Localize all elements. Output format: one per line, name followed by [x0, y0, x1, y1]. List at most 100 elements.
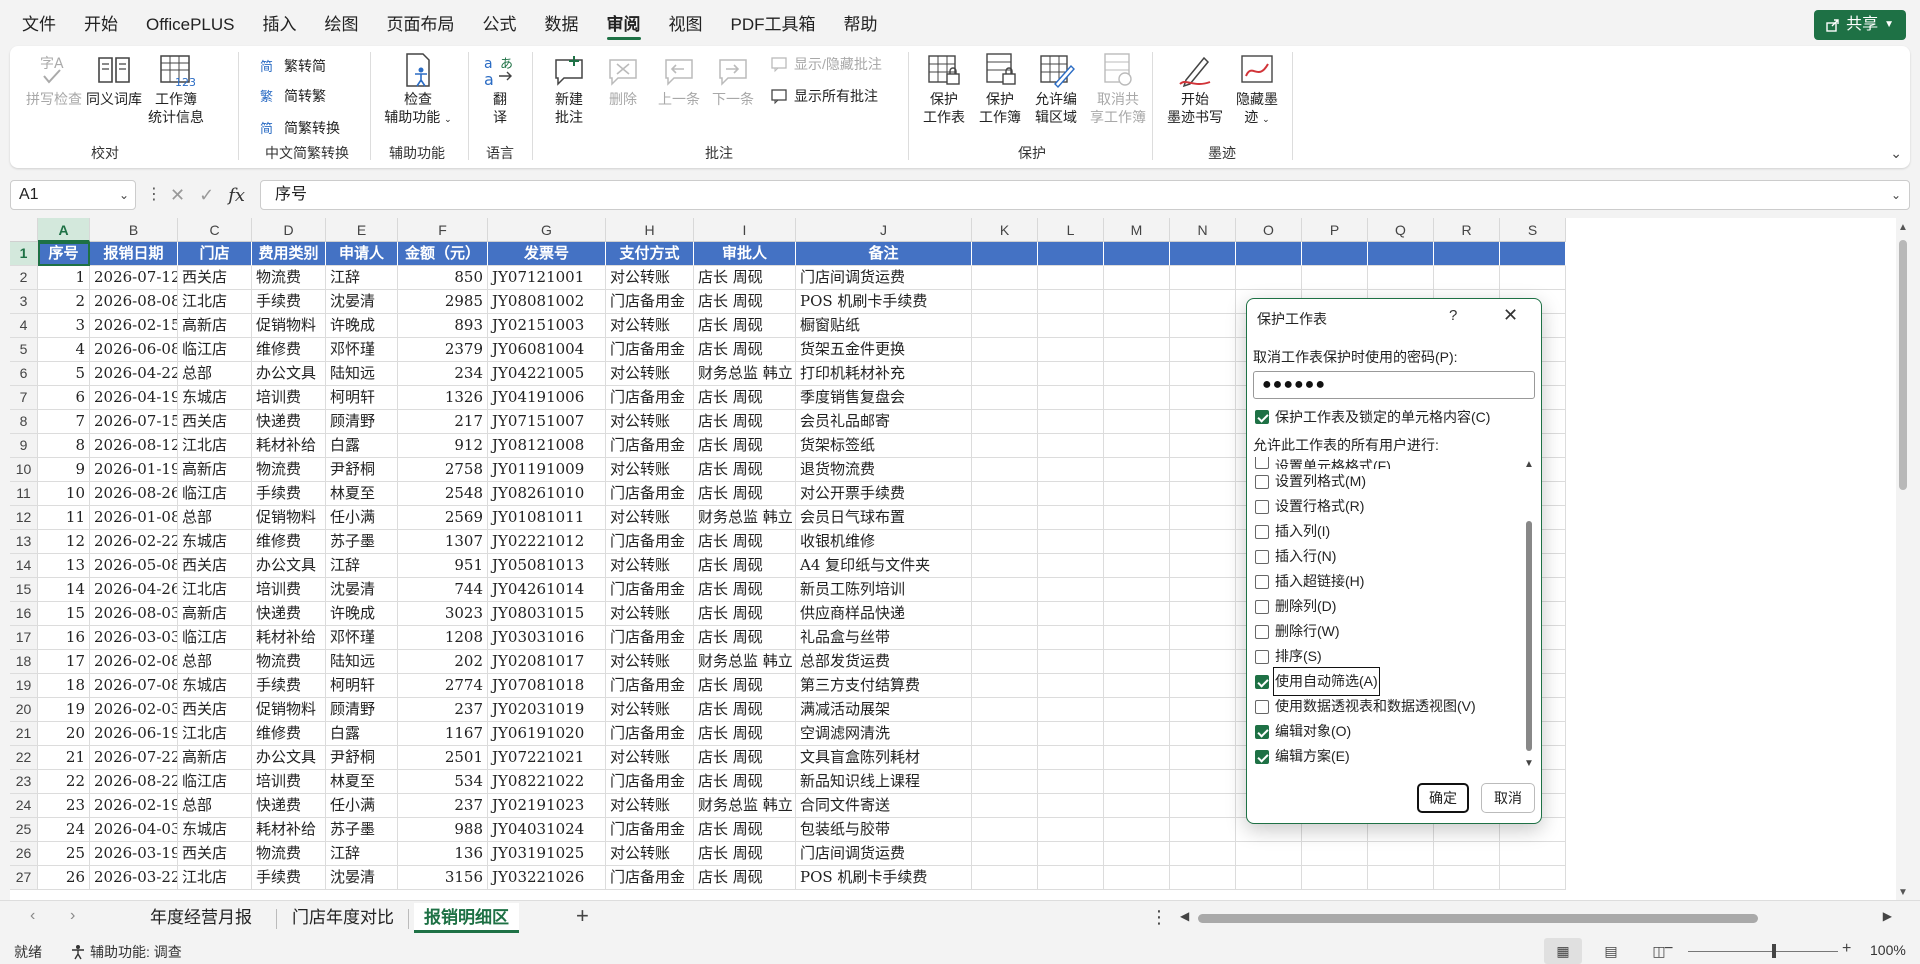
row-header[interactable]: 5	[10, 338, 38, 362]
row-header[interactable]: 6	[10, 362, 38, 386]
column-header[interactable]: N	[1170, 218, 1236, 242]
scroll-down-icon[interactable]: ▼	[1524, 758, 1534, 769]
cell[interactable]: 顾清野	[326, 698, 398, 722]
hide-ink-button[interactable]: 隐藏墨 迹 ⌄	[1228, 52, 1286, 128]
cell[interactable]: 2026-04-19	[90, 386, 178, 410]
cell[interactable]: 收银机维修	[796, 530, 972, 554]
cell[interactable]: 2026-08-26	[90, 482, 178, 506]
permission-option[interactable]: 使用自动筛选(A)	[1253, 667, 1523, 696]
cell[interactable]: 办公文具	[252, 746, 326, 770]
cell[interactable]: 2026-04-22	[90, 362, 178, 386]
cell[interactable]: 店长 周砚	[694, 818, 796, 842]
horizontal-scrollbar[interactable]: ◀ ▶	[1180, 909, 1892, 925]
cell[interactable]	[1038, 650, 1104, 674]
cell[interactable]: 对公转账	[606, 458, 694, 482]
cell[interactable]: 橱窗贴纸	[796, 314, 972, 338]
column-header[interactable]: Q	[1368, 218, 1434, 242]
column-header[interactable]: M	[1104, 218, 1170, 242]
cell[interactable]: 2026-07-08	[90, 674, 178, 698]
cell[interactable]	[1038, 530, 1104, 554]
cell[interactable]	[1038, 338, 1104, 362]
cell[interactable]	[1038, 362, 1104, 386]
cell[interactable]: JY03031016	[488, 626, 606, 650]
cell[interactable]: 苏子墨	[326, 818, 398, 842]
row-header[interactable]: 14	[10, 554, 38, 578]
cell[interactable]	[1104, 698, 1170, 722]
cell[interactable]	[1038, 554, 1104, 578]
cell[interactable]: 门店备用金	[606, 770, 694, 794]
cell[interactable]	[1368, 866, 1434, 890]
cell[interactable]	[1038, 482, 1104, 506]
cell[interactable]: 文具盲盒陈列耗材	[796, 746, 972, 770]
add-sheet-icon[interactable]: +	[576, 903, 589, 929]
translate-button[interactable]: aあa 翻 译	[474, 52, 526, 126]
menu-tab[interactable]: 绘图	[311, 0, 373, 46]
cell[interactable]: 东城店	[178, 674, 252, 698]
cell[interactable]: 总部	[178, 794, 252, 818]
cell[interactable]: 店长 周砚	[694, 578, 796, 602]
cell[interactable]	[972, 530, 1038, 554]
cell[interactable]: JY01191009	[488, 458, 606, 482]
cell[interactable]	[1170, 434, 1236, 458]
checkbox[interactable]	[1255, 499, 1269, 514]
column-header[interactable]: R	[1434, 218, 1500, 242]
cell[interactable]	[1104, 554, 1170, 578]
cancel-button[interactable]: 取消	[1481, 783, 1535, 813]
cell[interactable]	[1368, 266, 1434, 290]
row-header[interactable]: 4	[10, 314, 38, 338]
cell[interactable]: 第三方支付结算费	[796, 674, 972, 698]
cell[interactable]: 店长 周砚	[694, 770, 796, 794]
cell[interactable]	[1170, 362, 1236, 386]
cell[interactable]: 2569	[398, 506, 488, 530]
cell[interactable]: 店长 周砚	[694, 434, 796, 458]
cell[interactable]: 2379	[398, 338, 488, 362]
menu-tab[interactable]: PDF工具箱	[717, 0, 830, 46]
cell[interactable]: A4 复印纸与文件夹	[796, 554, 972, 578]
cell[interactable]: 江辞	[326, 842, 398, 866]
menu-tab[interactable]: 数据	[531, 0, 593, 46]
cell[interactable]: 15	[38, 602, 90, 626]
cell[interactable]: 沈晏清	[326, 578, 398, 602]
cell[interactable]: 任小满	[326, 506, 398, 530]
cell[interactable]	[1104, 650, 1170, 674]
cell[interactable]: 门店备用金	[606, 290, 694, 314]
cell[interactable]: 对公转账	[606, 362, 694, 386]
row-header[interactable]: 21	[10, 722, 38, 746]
permission-option[interactable]: 插入行(N)	[1253, 544, 1523, 569]
column-header[interactable]: I	[694, 218, 796, 242]
column-header[interactable]: F	[398, 218, 488, 242]
cell[interactable]	[1236, 842, 1302, 866]
cell[interactable]: JY08081002	[488, 290, 606, 314]
cell[interactable]: JY03191025	[488, 842, 606, 866]
cell[interactable]: 2026-04-03	[90, 818, 178, 842]
cell[interactable]: 对公转账	[606, 266, 694, 290]
cell[interactable]: 1208	[398, 626, 488, 650]
cell[interactable]: 2026-07-22	[90, 746, 178, 770]
cell[interactable]: 2026-06-19	[90, 722, 178, 746]
header-cell[interactable]: 申请人	[326, 242, 398, 266]
cell[interactable]: 店长 周砚	[694, 314, 796, 338]
cell[interactable]: 物流费	[252, 842, 326, 866]
cell[interactable]: 任小满	[326, 794, 398, 818]
next-comment-button[interactable]: 下一条	[706, 52, 760, 108]
cell[interactable]	[1104, 866, 1170, 890]
cell[interactable]: 顾清野	[326, 410, 398, 434]
delete-comment-button[interactable]: 删除	[598, 52, 648, 108]
cell[interactable]	[1038, 626, 1104, 650]
cell[interactable]	[1104, 386, 1170, 410]
scroll-down-icon[interactable]: ▼	[1898, 887, 1908, 898]
row-header[interactable]: 10	[10, 458, 38, 482]
cell[interactable]: 对公转账	[606, 554, 694, 578]
cell[interactable]: 237	[398, 794, 488, 818]
cell[interactable]	[972, 482, 1038, 506]
cell[interactable]: JY07151007	[488, 410, 606, 434]
cell[interactable]: 白露	[326, 434, 398, 458]
show-hide-comment-button[interactable]: 显示/隐藏批注	[770, 52, 882, 76]
permissions-list[interactable]: 设置单元格格式(F) 设置列格式(M) 设置行格式(R) 插入列(I) 插入行(N) 插入…	[1253, 457, 1523, 769]
cell[interactable]: 财务总监 韩立	[694, 506, 796, 530]
cell[interactable]: 手续费	[252, 674, 326, 698]
cell[interactable]	[972, 338, 1038, 362]
cell[interactable]: 货架五金件更换	[796, 338, 972, 362]
cell[interactable]: 13	[38, 554, 90, 578]
menu-tab[interactable]: OfficePLUS	[132, 0, 249, 46]
